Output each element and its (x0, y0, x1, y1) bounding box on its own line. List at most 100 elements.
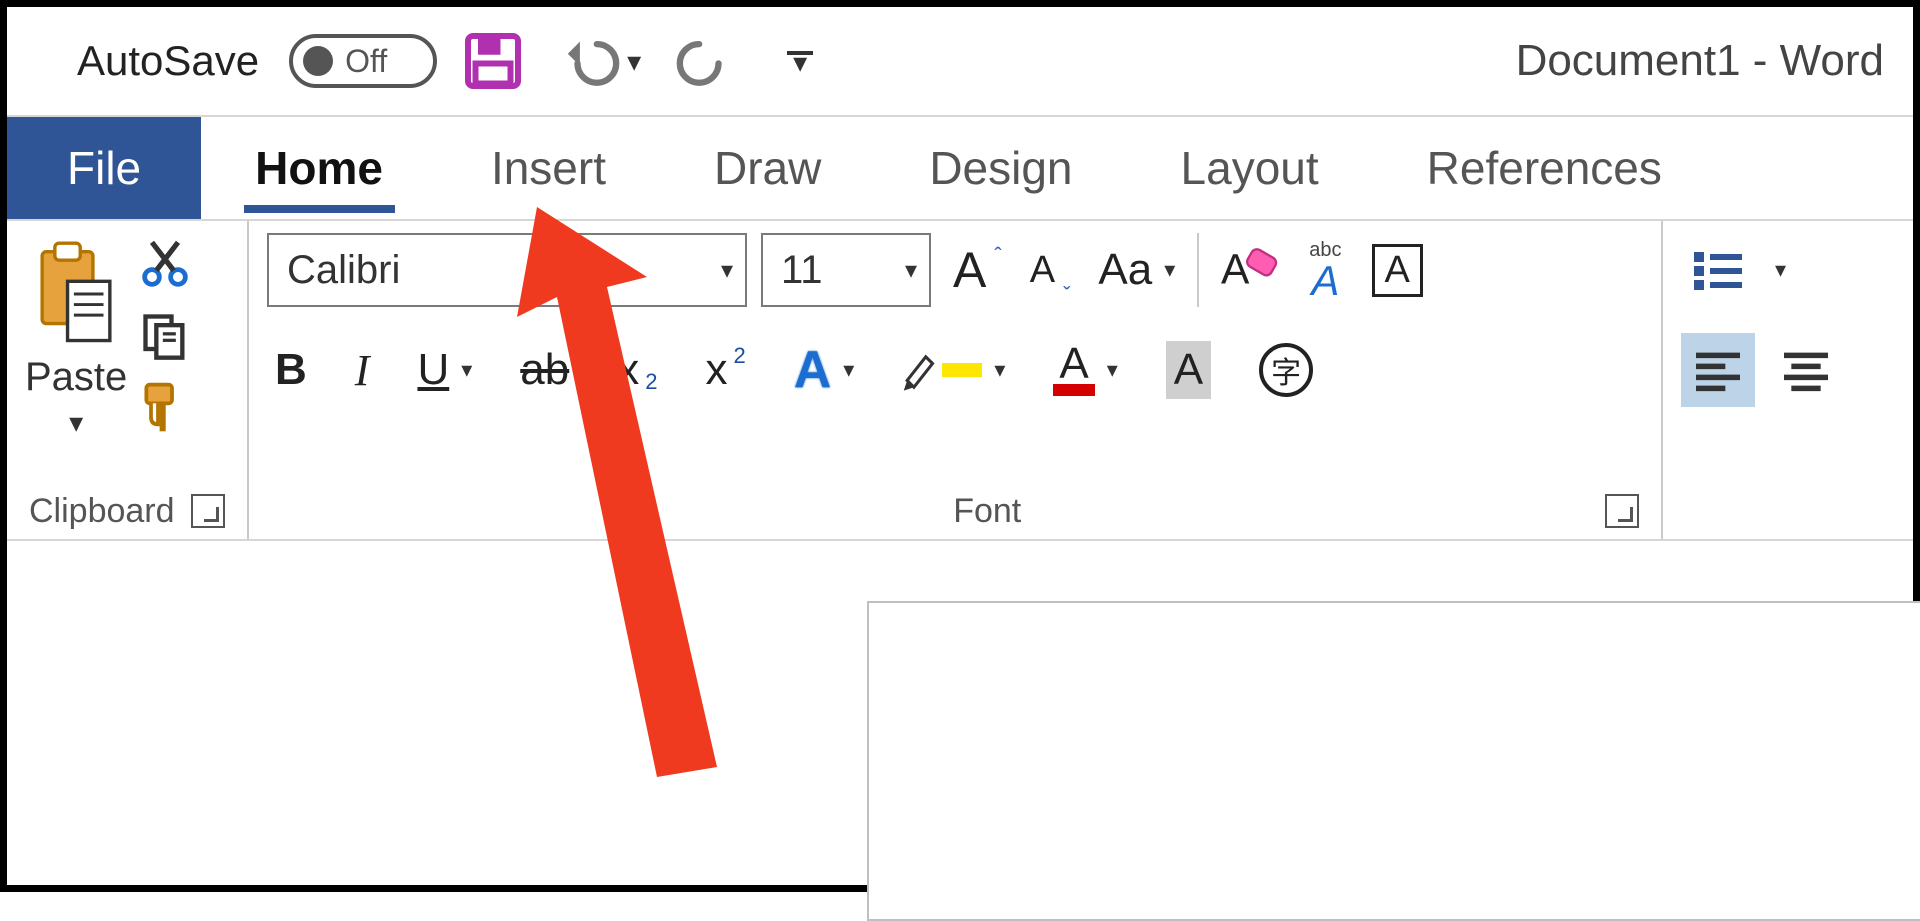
tab-draw[interactable]: Draw (660, 117, 875, 219)
font-color-split-button[interactable]: A▾ (1045, 333, 1125, 407)
font-name-combo[interactable]: Calibri ▾ (267, 233, 747, 307)
enclose-icon: 字 (1259, 343, 1313, 397)
text-effects-split-button[interactable]: A▾ (786, 333, 863, 407)
bold-button[interactable]: B (267, 333, 315, 407)
phonetic-guide-button[interactable]: abc A (1301, 233, 1349, 307)
shrink-font-button[interactable]: Aˆ (1022, 233, 1077, 307)
letter-a-icon: A (1030, 249, 1055, 292)
tab-layout[interactable]: Layout (1127, 117, 1373, 219)
redo-button[interactable] (675, 32, 733, 90)
tab-file-label: File (67, 141, 141, 195)
eraser-a-icon: A (1221, 241, 1279, 299)
group-label: Clipboard (29, 492, 175, 531)
bullets-icon (1690, 246, 1746, 294)
clear-formatting-button[interactable]: A (1213, 233, 1287, 307)
tab-label: Home (255, 141, 383, 195)
undo-split-button[interactable]: ▾ (563, 32, 641, 90)
cut-button[interactable] (139, 235, 191, 293)
separator (1197, 233, 1199, 307)
align-center-icon (1780, 348, 1832, 392)
document-area[interactable] (7, 551, 1913, 885)
undo-icon (563, 32, 621, 90)
format-painter-button[interactable] (137, 379, 193, 437)
dialog-launcher-button[interactable] (1605, 494, 1639, 528)
save-button[interactable] (461, 29, 525, 93)
caret-up-icon: ˆ (994, 243, 1001, 269)
bold-icon: B (275, 345, 307, 395)
underline-icon: U (417, 345, 449, 395)
subscript-base: x (617, 345, 639, 395)
grow-font-button[interactable]: Aˆ (945, 233, 1008, 307)
underline-split-button[interactable]: U▾ (409, 333, 480, 407)
tab-home[interactable]: Home (201, 117, 437, 219)
customize-qat-button[interactable]: ▾ (787, 51, 813, 72)
shading-icon: A (1166, 341, 1211, 399)
scissors-icon (139, 235, 191, 293)
paintbrush-icon (137, 379, 193, 437)
align-left-button[interactable] (1681, 333, 1755, 407)
chevron-down-icon: ▾ (1775, 257, 1786, 283)
abc-label: abc (1309, 242, 1341, 258)
enclose-characters-button[interactable]: 字 (1251, 333, 1321, 407)
tab-file[interactable]: File (7, 117, 201, 219)
strikethrough-button[interactable]: ab (512, 333, 577, 407)
text-effect-icon: A (794, 340, 832, 400)
window-title: Document1 - Word (837, 36, 1885, 86)
autosave-state: Off (345, 43, 387, 80)
tab-label: Insert (491, 141, 606, 195)
italic-a-icon: A (1311, 264, 1339, 298)
bullets-split-button[interactable] (1681, 233, 1755, 307)
change-case-label: Aa (1098, 245, 1152, 295)
letter-a-border-icon: A (1372, 244, 1423, 297)
group-clipboard: Paste ▾ (7, 221, 247, 539)
change-case-button[interactable]: Aa ▾ (1090, 233, 1183, 307)
align-center-button[interactable] (1769, 333, 1843, 407)
letter-a-icon: A (953, 241, 986, 299)
superscript-sup: 2 (733, 343, 745, 369)
italic-icon: I (355, 345, 370, 396)
redo-icon (675, 32, 733, 90)
superscript-base: x (705, 345, 727, 395)
font-color-icon: A (1053, 344, 1094, 396)
subscript-sub: 2 (645, 369, 657, 395)
paste-label: Paste (25, 355, 127, 400)
ribbon: Paste ▾ (7, 219, 1913, 541)
chevron-down-icon: ▾ (69, 406, 83, 439)
character-border-button[interactable]: A (1364, 233, 1431, 307)
tab-label: Design (929, 141, 1072, 195)
copy-button[interactable] (139, 307, 191, 365)
highlighter-icon (902, 345, 936, 395)
chevron-down-icon: ▾ (1107, 357, 1118, 383)
group-font: Calibri ▾ 11 ▾ Aˆ Aˆ Aa▾ (249, 221, 1661, 539)
tab-design[interactable]: Design (875, 117, 1126, 219)
subscript-button[interactable]: x2 (609, 333, 665, 407)
tab-label: Draw (714, 141, 821, 195)
font-size-value: 11 (781, 248, 823, 293)
chevron-down-icon: ▾ (994, 357, 1005, 383)
tab-insert[interactable]: Insert (437, 117, 660, 219)
highlight-swatch: A (942, 363, 982, 377)
font-size-combo[interactable]: 11 ▾ (761, 233, 931, 307)
save-icon (463, 31, 523, 91)
tab-references[interactable]: References (1373, 117, 1716, 219)
title-bar: AutoSave Off ▾ ▾ (7, 7, 1913, 115)
character-shading-button[interactable]: A (1158, 333, 1219, 407)
toggle-dot-icon (303, 46, 333, 76)
font-name-value: Calibri (287, 248, 400, 293)
caret-down-icon: ˆ (1063, 267, 1070, 293)
ribbon-tabs: File Home Insert Draw Design Layout Refe… (7, 115, 1913, 219)
svg-text:A: A (1221, 246, 1250, 294)
paste-split-button[interactable]: Paste ▾ (25, 233, 127, 439)
highlight-split-button[interactable]: A ▾ (894, 333, 1013, 407)
dialog-launcher-button[interactable] (191, 494, 225, 528)
chevron-down-icon: ▾ (905, 256, 917, 285)
chevron-down-icon: ▾ (1164, 257, 1175, 283)
superscript-button[interactable]: x2 (697, 333, 753, 407)
group-paragraph: ▾ (1663, 221, 1913, 539)
chevron-down-icon: ▾ (721, 256, 733, 285)
document-page[interactable] (867, 601, 1920, 921)
strike-icon: ab (520, 345, 569, 395)
autosave-toggle[interactable]: Off (289, 34, 437, 88)
italic-button[interactable]: I (347, 333, 378, 407)
paste-icon (33, 239, 119, 349)
